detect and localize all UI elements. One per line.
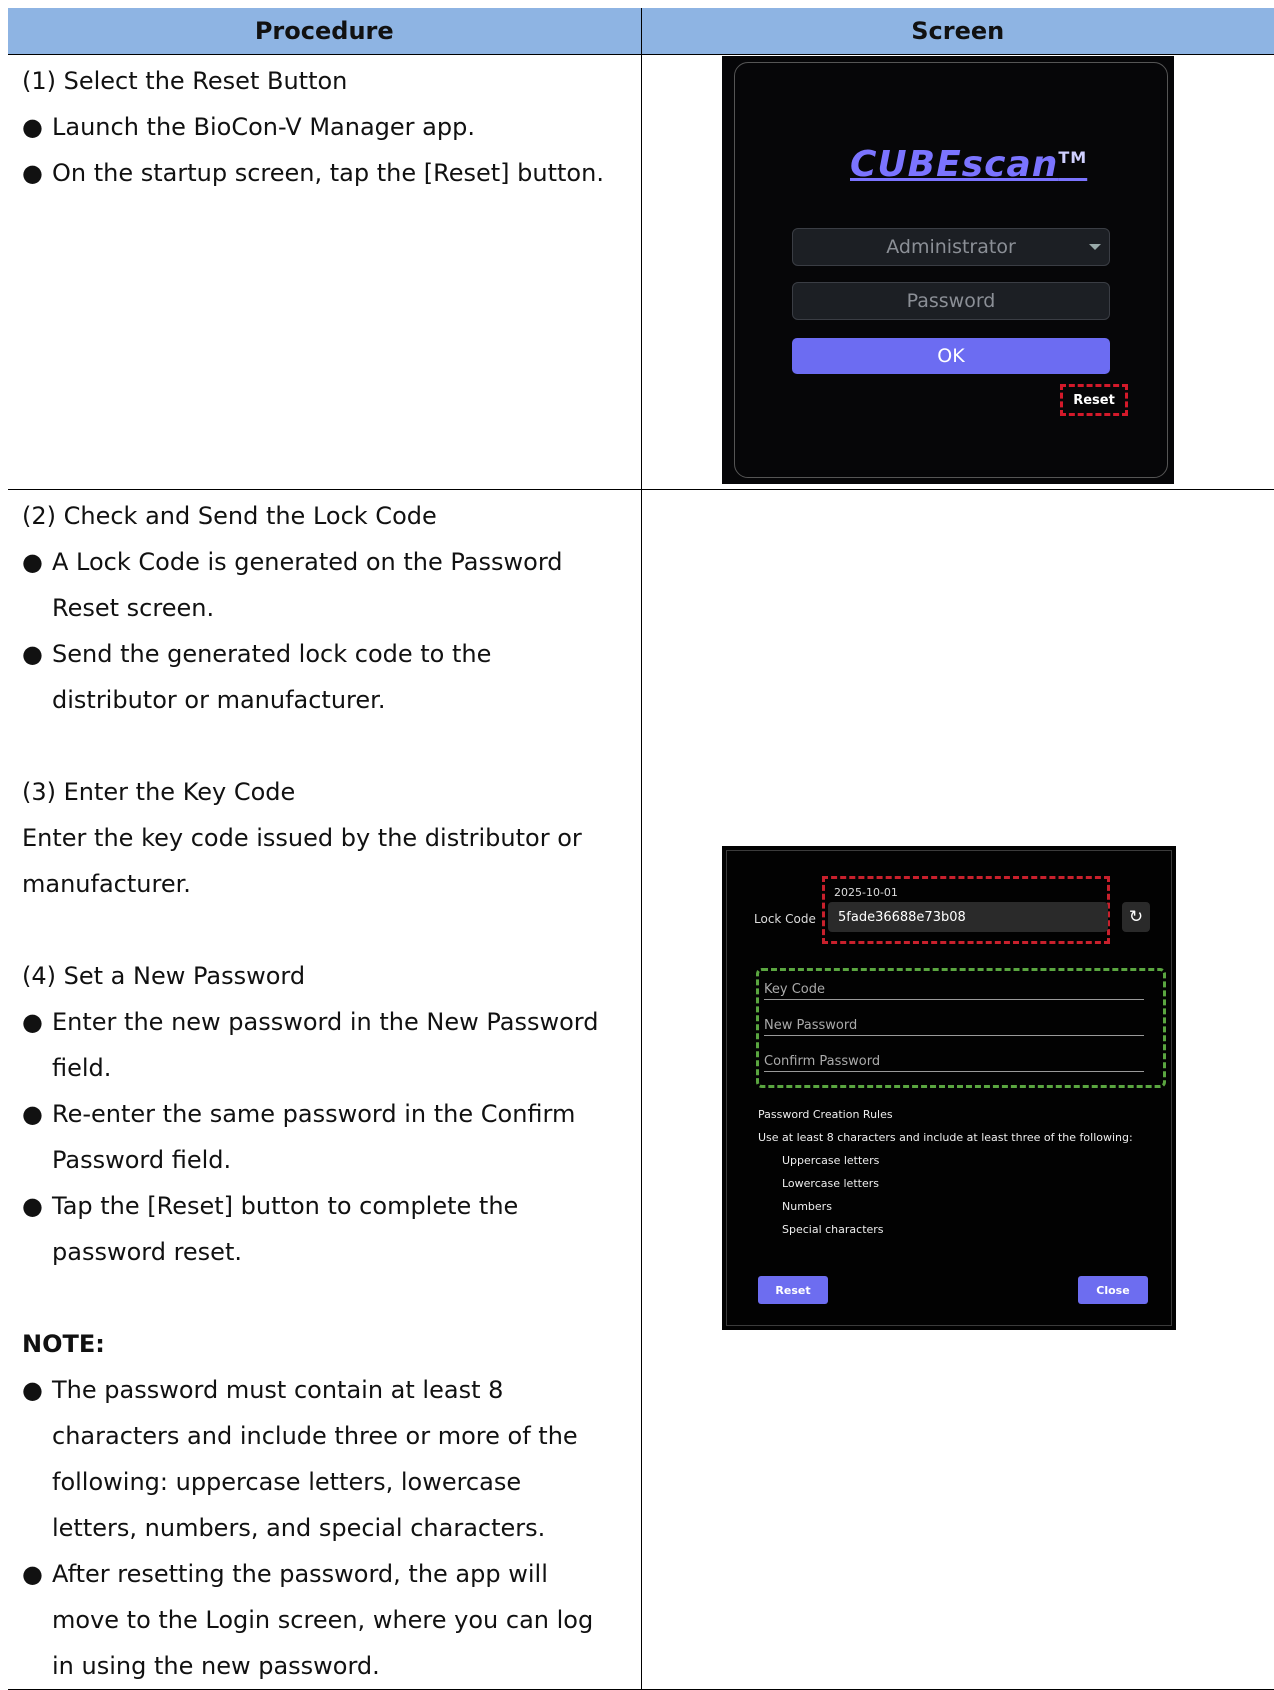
note-bullet-1: The password must contain at least 8 cha… bbox=[52, 1376, 578, 1542]
step3-text: Enter the key code issued by the distrib… bbox=[22, 824, 582, 898]
step1-title: (1) Select the Reset Button bbox=[22, 67, 348, 95]
confirm-password-input[interactable]: Confirm Password bbox=[764, 1046, 1144, 1072]
role-select-value: Administrator bbox=[886, 236, 1016, 258]
close-button[interactable]: Close bbox=[1078, 1276, 1148, 1304]
reset-button[interactable]: Reset bbox=[1060, 384, 1128, 416]
list-item: ● On the startup screen, tap the [Reset]… bbox=[22, 150, 641, 196]
lock-code-label: Lock Code bbox=[754, 912, 816, 926]
password-input[interactable]: Password bbox=[792, 282, 1110, 320]
logo-text: CUBEscan bbox=[850, 144, 1059, 185]
rules-intro: Use at least 8 characters and include at… bbox=[758, 1131, 1133, 1144]
bullet-icon: ● bbox=[22, 1008, 43, 1036]
bullet-icon: ● bbox=[22, 1192, 43, 1220]
list-item: ● Send the generated lock code to the di… bbox=[22, 631, 612, 723]
procedure-header: Procedure bbox=[8, 8, 642, 55]
note-title: NOTE: bbox=[22, 1330, 105, 1358]
procedure-cell-steps2-4: (2) Check and Send the Lock Code ● A Loc… bbox=[8, 489, 642, 1690]
note-bullet-2: After resetting the password, the app wi… bbox=[52, 1560, 594, 1680]
refresh-icon: ↻ bbox=[1128, 907, 1144, 927]
list-item: ● The password must contain at least 8 c… bbox=[22, 1367, 612, 1551]
step2-bullet-2: Send the generated lock code to the dist… bbox=[52, 640, 492, 714]
refresh-button[interactable]: ↻ bbox=[1122, 902, 1150, 932]
rule-item: Special characters bbox=[782, 1223, 884, 1236]
list-item: ● Enter the new password in the New Pass… bbox=[22, 999, 612, 1091]
lock-code-date: 2025-10-01 bbox=[834, 886, 898, 899]
screen-header: Screen bbox=[641, 8, 1274, 55]
role-select[interactable]: Administrator bbox=[792, 228, 1110, 266]
list-item: ● After resetting the password, the app … bbox=[22, 1551, 612, 1689]
bullet-icon: ● bbox=[22, 159, 43, 187]
rule-item: Uppercase letters bbox=[782, 1154, 880, 1167]
list-item: ● Tap the [Reset] button to complete the… bbox=[22, 1183, 612, 1275]
step3-title: (3) Enter the Key Code bbox=[22, 778, 296, 806]
step4-bullet-1: Enter the new password in the New Passwo… bbox=[52, 1008, 599, 1082]
bullet-icon: ● bbox=[22, 1560, 43, 1588]
list-item: ● Re-enter the same password in the Conf… bbox=[22, 1091, 612, 1183]
step4-bullet-3: Tap the [Reset] button to complete the p… bbox=[52, 1192, 519, 1266]
step2-title: (2) Check and Send the Lock Code bbox=[22, 502, 437, 530]
lock-code-field: 5fade36688e73b08 bbox=[828, 902, 1108, 932]
step2-bullet-1: A Lock Code is generated on the Password… bbox=[52, 548, 563, 622]
list-item: ● Launch the BioCon-V Manager app. bbox=[22, 104, 641, 150]
rules-title: Password Creation Rules bbox=[758, 1108, 893, 1121]
password-placeholder: Password bbox=[906, 290, 996, 312]
new-password-input[interactable]: New Password bbox=[764, 1010, 1144, 1036]
login-screenshot: CUBEscanTM Administrator Password OK Res… bbox=[722, 56, 1174, 484]
bullet-icon: ● bbox=[22, 1100, 43, 1128]
rule-item: Lowercase letters bbox=[782, 1177, 879, 1190]
list-item: ● A Lock Code is generated on the Passwo… bbox=[22, 539, 612, 631]
bullet-icon: ● bbox=[22, 113, 43, 141]
step1-bullet-1: Launch the BioCon-V Manager app. bbox=[52, 113, 475, 141]
bullet-icon: ● bbox=[22, 1376, 43, 1404]
caret-down-icon bbox=[1089, 244, 1101, 250]
ok-button[interactable]: OK bbox=[792, 338, 1110, 374]
trademark-mark: TM bbox=[1058, 148, 1088, 167]
confirm-password-placeholder: Confirm Password bbox=[764, 1054, 881, 1069]
step1-bullet-2: On the startup screen, tap the [Reset] b… bbox=[52, 159, 604, 187]
new-password-placeholder: New Password bbox=[764, 1018, 858, 1033]
key-code-placeholder: Key Code bbox=[764, 982, 825, 997]
bullet-icon: ● bbox=[22, 640, 43, 668]
password-reset-screenshot: 2025-10-01 Lock Code 5fade36688e73b08 ↻ … bbox=[722, 846, 1176, 1330]
bullet-icon: ● bbox=[22, 548, 43, 576]
step4-bullet-2: Re-enter the same password in the Confir… bbox=[52, 1100, 576, 1174]
table-header-row: Procedure Screen bbox=[8, 8, 1274, 55]
step4-title: (4) Set a New Password bbox=[22, 962, 306, 990]
key-code-input[interactable]: Key Code bbox=[764, 974, 1144, 1000]
cubescan-logo: CUBEscanTM bbox=[850, 144, 1087, 185]
reset-button[interactable]: Reset bbox=[758, 1276, 828, 1304]
procedure-cell-step1: (1) Select the Reset Button ● Launch the… bbox=[8, 54, 642, 490]
lock-code-value: 5fade36688e73b08 bbox=[838, 909, 966, 925]
rule-item: Numbers bbox=[782, 1200, 832, 1213]
